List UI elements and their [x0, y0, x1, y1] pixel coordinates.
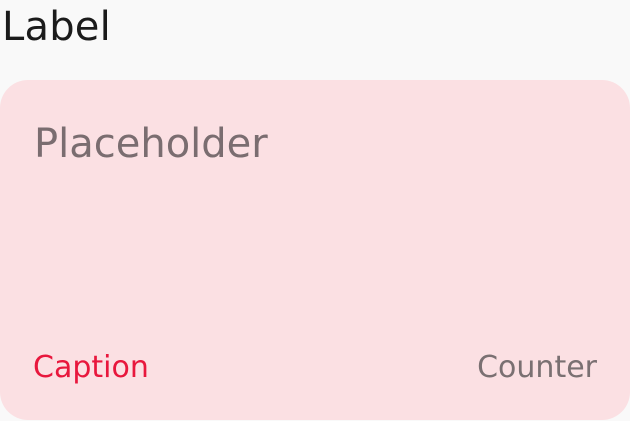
textarea-container[interactable]: Caption Counter	[0, 80, 630, 420]
caption-error-text: Caption	[33, 350, 149, 385]
field-label: Label	[2, 4, 111, 50]
textarea-input[interactable]	[34, 118, 594, 318]
character-counter: Counter	[477, 350, 597, 385]
